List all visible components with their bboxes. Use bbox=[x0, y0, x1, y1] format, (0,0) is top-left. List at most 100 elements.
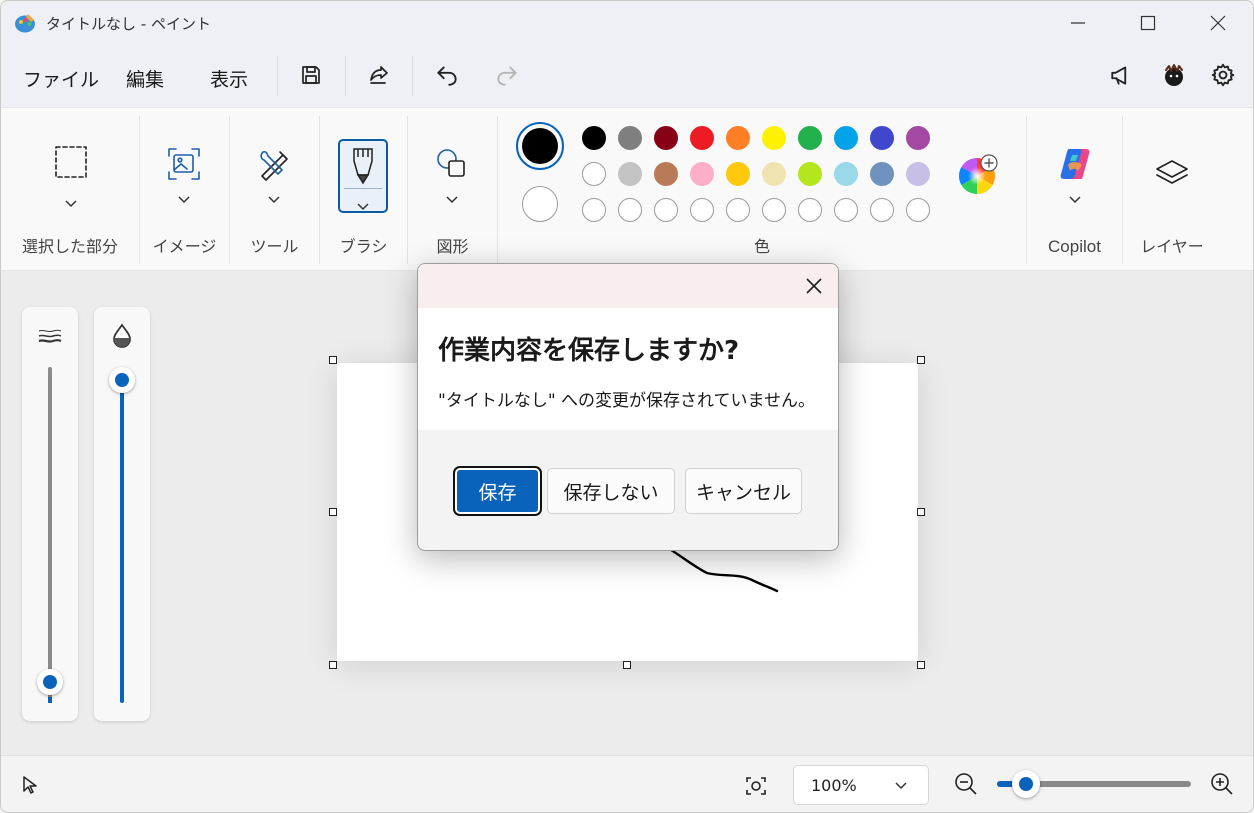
minimize-button[interactable] bbox=[1043, 1, 1113, 45]
color-swatch[interactable] bbox=[582, 162, 606, 186]
opacity-slider-thumb[interactable] bbox=[109, 367, 135, 393]
resize-handle-top-left[interactable] bbox=[329, 356, 337, 364]
color-swatch[interactable] bbox=[906, 126, 930, 150]
color-swatch[interactable] bbox=[654, 162, 678, 186]
copilot-dropdown[interactable] bbox=[1068, 190, 1082, 204]
fit-to-window-button[interactable] bbox=[741, 771, 771, 801]
tools-button[interactable] bbox=[254, 144, 294, 184]
zoom-value: 100% bbox=[811, 776, 857, 795]
save-icon bbox=[302, 66, 320, 84]
close-window-button[interactable] bbox=[1183, 1, 1253, 45]
color-swatch[interactable] bbox=[870, 162, 894, 186]
color-swatch[interactable] bbox=[618, 162, 642, 186]
color-swatch[interactable] bbox=[798, 162, 822, 186]
color-swatch[interactable] bbox=[690, 126, 714, 150]
menu-file[interactable]: ファイル bbox=[23, 65, 99, 92]
secondary-color-swatch[interactable] bbox=[522, 186, 558, 222]
color-swatch[interactable] bbox=[870, 126, 894, 150]
dialog-titlebar bbox=[418, 264, 838, 308]
shapes-dropdown[interactable] bbox=[445, 190, 459, 204]
menu-edit[interactable]: 編集 bbox=[126, 65, 164, 92]
color-swatch[interactable] bbox=[654, 126, 678, 150]
tools-icon bbox=[260, 150, 288, 181]
color-swatch[interactable] bbox=[582, 126, 606, 150]
brush-dropdown[interactable] bbox=[356, 197, 370, 211]
zoom-in-button[interactable] bbox=[1209, 771, 1237, 799]
shapes-button[interactable] bbox=[432, 144, 472, 184]
feedback-button[interactable] bbox=[1106, 59, 1138, 91]
dialog-message: "タイトルなし" への変更が保存されていません。 bbox=[438, 391, 816, 411]
color-swatch[interactable] bbox=[762, 126, 786, 150]
color-swatch[interactable] bbox=[834, 162, 858, 186]
layers-icon bbox=[1156, 160, 1188, 184]
color-swatch[interactable] bbox=[798, 126, 822, 150]
chevron-down-icon bbox=[1069, 196, 1081, 204]
opacity-slider-track[interactable] bbox=[120, 391, 124, 703]
zoom-slider-thumb[interactable] bbox=[1012, 770, 1041, 798]
title-bar: タイトルなし - ペイント bbox=[1, 1, 1253, 45]
menu-divider bbox=[345, 56, 346, 96]
size-slider-track[interactable] bbox=[48, 367, 52, 703]
resize-handle-bottom[interactable] bbox=[623, 661, 631, 669]
zoom-out-button[interactable] bbox=[953, 771, 981, 799]
custom-color-slot[interactable] bbox=[654, 198, 678, 222]
dialog-title: 作業内容を保存しますか? bbox=[438, 336, 740, 366]
menu-view[interactable]: 表示 bbox=[210, 65, 248, 92]
custom-color-slot[interactable] bbox=[834, 198, 858, 222]
custom-color-slot[interactable] bbox=[870, 198, 894, 222]
opacity-slider-thumb-dot bbox=[115, 373, 129, 387]
save-button[interactable] bbox=[295, 59, 327, 91]
account-button[interactable] bbox=[1158, 59, 1190, 91]
color-swatch[interactable] bbox=[834, 126, 858, 150]
maximize-button[interactable] bbox=[1113, 1, 1183, 45]
resize-handle-bottom-right[interactable] bbox=[917, 661, 925, 669]
resize-handle-bottom-left[interactable] bbox=[329, 661, 337, 669]
resize-handle-left[interactable] bbox=[329, 508, 337, 516]
fit-screen-icon bbox=[746, 777, 766, 795]
zoom-in-icon bbox=[1211, 773, 1233, 795]
settings-button[interactable] bbox=[1207, 59, 1239, 91]
custom-color-slot[interactable] bbox=[618, 198, 642, 222]
resize-handle-right[interactable] bbox=[917, 508, 925, 516]
dialog-close-button[interactable] bbox=[804, 276, 824, 296]
zoom-select[interactable]: 100% bbox=[793, 765, 929, 805]
color-swatch[interactable] bbox=[726, 162, 750, 186]
custom-color-slot[interactable] bbox=[798, 198, 822, 222]
chevron-down-icon bbox=[268, 196, 280, 204]
redo-button[interactable] bbox=[491, 59, 523, 91]
color-swatch[interactable] bbox=[762, 162, 786, 186]
tools-dropdown[interactable] bbox=[267, 190, 281, 204]
layers-button[interactable] bbox=[1152, 154, 1192, 194]
dialog-body: 作業内容を保存しますか? "タイトルなし" への変更が保存されていません。 bbox=[418, 308, 838, 430]
primary-color-selector[interactable] bbox=[516, 122, 564, 170]
shapes-label: 図形 bbox=[436, 237, 469, 256]
custom-color-slot[interactable] bbox=[690, 198, 714, 222]
cancel-button[interactable]: キャンセル bbox=[685, 468, 802, 514]
size-slider-thumb-dot bbox=[43, 675, 57, 689]
brush-button[interactable] bbox=[338, 139, 388, 213]
resize-handle-top-right[interactable] bbox=[917, 356, 925, 364]
custom-color-slot[interactable] bbox=[762, 198, 786, 222]
opacity-icon bbox=[113, 323, 131, 348]
color-swatch[interactable] bbox=[906, 162, 930, 186]
image-dropdown[interactable] bbox=[177, 190, 191, 204]
brush-divider bbox=[344, 188, 382, 189]
custom-color-slot[interactable] bbox=[726, 198, 750, 222]
colors-group: 色 bbox=[498, 108, 1026, 272]
image-button[interactable] bbox=[164, 144, 204, 184]
dont-save-button[interactable]: 保存しない bbox=[547, 468, 675, 514]
share-button[interactable] bbox=[363, 59, 395, 91]
save-button-dialog[interactable]: 保存 bbox=[453, 466, 542, 516]
image-group: イメージ bbox=[140, 108, 229, 272]
selection-button[interactable] bbox=[51, 142, 91, 182]
color-swatch[interactable] bbox=[690, 162, 714, 186]
selection-dropdown[interactable] bbox=[64, 194, 78, 208]
size-slider-thumb[interactable] bbox=[37, 669, 63, 695]
custom-color-slot[interactable] bbox=[906, 198, 930, 222]
color-swatch[interactable] bbox=[726, 126, 750, 150]
color-swatch[interactable] bbox=[618, 126, 642, 150]
undo-button[interactable] bbox=[431, 59, 463, 91]
edit-colors-button[interactable] bbox=[956, 154, 1000, 198]
custom-color-slot[interactable] bbox=[582, 198, 606, 222]
copilot-button[interactable] bbox=[1055, 144, 1095, 184]
